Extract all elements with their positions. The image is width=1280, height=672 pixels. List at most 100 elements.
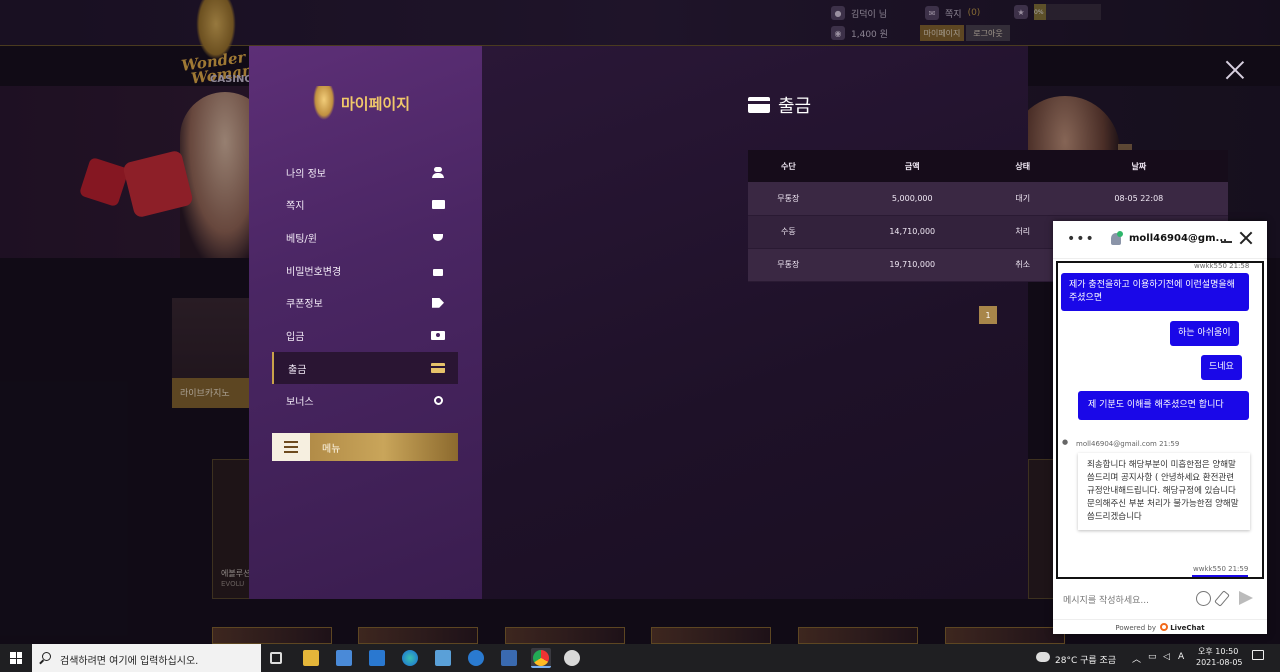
file-explorer-icon[interactable]: [303, 650, 319, 666]
sidebar-title: 마이페이지: [341, 94, 411, 113]
mypage-sidebar: 마이페이지 나의 정보쪽지베팅/윈비밀번호변경쿠폰정보입금출금보너스 메뉴: [249, 46, 482, 599]
visitor-message: [1192, 575, 1248, 577]
visitor-message: 제 기분도 이해를 해주셨으면 합니다: [1078, 391, 1249, 420]
mypage-content: 출금 수단 금액 상태 날짜 무통장 5,000,000 대기 08-05 22:08 수동 1…: [482, 46, 1228, 599]
table-header-cell: 수단: [748, 150, 829, 182]
visitor-message: 하는 아쉬움이: [1170, 321, 1239, 346]
sidebar-item[interactable]: 쪽지: [272, 189, 458, 221]
credit-card-icon: [748, 97, 770, 113]
weather-icon: [1036, 652, 1050, 662]
sidebar-item-label: 비밀번호변경: [286, 266, 342, 278]
visitor-message: 드네요: [1201, 355, 1242, 380]
message-time: moll46904@gmail.com 21:59: [1076, 440, 1180, 448]
table-cell: 대기: [995, 182, 1050, 216]
close-icon[interactable]: [1225, 60, 1245, 80]
chat-messages[interactable]: wwkk550 21:58 제가 충전을하고 이용하기전에 이런설명을해주셨으면…: [1056, 261, 1264, 579]
message-time: wwkk550 21:59: [1193, 565, 1249, 573]
mypage-modal: 마이페이지 나의 정보 쪽지 베팅/윈 비밀번호변경 쿠폰정보 입금 출금 보너스 메뉴 출금…: [249, 46, 1228, 599]
message-time: wwkk550 21:58: [1194, 262, 1250, 270]
page-title-text: 출금: [778, 96, 812, 117]
livechat-widget: ••• moll46904@gm... wwkk550 21:58 제가 충전을…: [1053, 221, 1267, 634]
table-header-cell: 상태: [995, 150, 1050, 182]
page-title: 출금: [748, 92, 811, 118]
chat-header-email: moll46904@gm...: [1129, 233, 1227, 244]
windows-start-icon[interactable]: [10, 652, 22, 664]
menu-button-label: 메뉴: [322, 443, 341, 455]
agent-message: 죄송합니다 해당부분이 미흡한점은 양해말씀드리며 공지사항 ( 안녕하세요 환…: [1078, 453, 1250, 530]
table-cell: 무통장: [748, 248, 829, 282]
livechat-logo-icon: [1160, 623, 1169, 631]
powered-by-text: Powered by: [1115, 624, 1156, 632]
app-icon[interactable]: [435, 650, 451, 666]
sidebar-item[interactable]: 비밀번호변경: [272, 254, 458, 286]
sidebar-item[interactable]: 나의 정보: [272, 156, 458, 188]
calculator-icon[interactable]: [501, 650, 517, 666]
table-header-cell: 날짜: [1049, 150, 1228, 182]
trophy-icon: [431, 231, 445, 243]
chrome-icon-active[interactable]: [531, 648, 551, 668]
sidebar-item-label: 출금: [288, 364, 307, 376]
edge-icon[interactable]: [402, 650, 418, 666]
table-cell: 취소: [995, 248, 1050, 282]
more-icon[interactable]: •••: [1067, 231, 1095, 247]
volume-icon[interactable]: ◁: [1163, 652, 1170, 662]
attach-icon[interactable]: [1214, 590, 1230, 607]
table-row: 무통장 5,000,000 대기 08-05 22:08: [748, 182, 1228, 216]
unlock-icon: [431, 264, 445, 276]
app-icon[interactable]: [468, 650, 484, 666]
hamburger-icon: [272, 433, 310, 461]
chat-input[interactable]: 메시지를 작성하세요...: [1053, 585, 1267, 615]
chat-header: ••• moll46904@gm...: [1053, 221, 1267, 259]
send-icon[interactable]: [1239, 591, 1253, 605]
table-cell: 08-05 22:08: [1049, 182, 1228, 216]
task-view-icon[interactable]: [270, 652, 282, 664]
sidebar-item-label: 쿠폰정보: [286, 299, 323, 311]
taskbar: 검색하려면 여기에 입력하십시오. 28°C 구름 조금 ︿ ▭ ◁ A 오후 …: [0, 644, 1280, 672]
table-cell: 14,710,000: [828, 215, 996, 249]
money-icon: [431, 330, 445, 342]
search-icon: [42, 652, 51, 661]
mail-icon[interactable]: [369, 650, 385, 666]
sidebar-item-label: 베팅/윈: [286, 233, 317, 245]
powered-by[interactable]: Powered by LiveChat: [1053, 619, 1267, 634]
livechat-brand: LiveChat: [1170, 624, 1205, 632]
emoji-icon[interactable]: [1196, 591, 1211, 606]
table-cell: 처리: [995, 215, 1050, 249]
table-cell: 무통장: [748, 182, 829, 216]
minimize-icon[interactable]: [1221, 241, 1232, 243]
table-cell: 수동: [748, 215, 829, 249]
pagination-page[interactable]: 1: [979, 306, 997, 324]
credit-card-icon: [431, 362, 445, 374]
agent-small-icon: ●: [1062, 438, 1069, 446]
table-header-cell: 금액: [828, 150, 996, 182]
tags-icon: [431, 297, 445, 309]
sidebar-item[interactable]: 베팅/윈: [272, 221, 458, 253]
sidebar-item[interactable]: 쿠폰정보: [272, 287, 458, 319]
menu-button[interactable]: 메뉴: [272, 433, 458, 461]
tray-chevron-icon[interactable]: ︿: [1132, 652, 1141, 665]
clock-time[interactable]: 오후 10:50: [1198, 646, 1238, 657]
table-header: 수단 금액 상태 날짜: [748, 150, 1228, 182]
table-cell: 5,000,000: [828, 182, 996, 216]
table-cell: 19,710,000: [828, 248, 996, 282]
sidebar-item-label: 보너스: [286, 397, 314, 409]
weather-text[interactable]: 28°C 구름 조금: [1055, 653, 1116, 666]
chat-input-placeholder: 메시지를 작성하세요...: [1063, 596, 1149, 606]
visitor-message: 제가 충전을하고 이용하기전에 이런설명을해주셨으면: [1061, 273, 1249, 311]
network-icon[interactable]: ▭: [1148, 652, 1157, 662]
sidebar-item[interactable]: 입금: [272, 320, 458, 352]
language-icon[interactable]: A: [1178, 652, 1184, 662]
sidebar-logo: 마이페이지: [313, 86, 410, 120]
sidebar-item[interactable]: 출금: [272, 352, 458, 385]
chat-close-icon[interactable]: [1239, 231, 1253, 245]
store-icon[interactable]: [336, 650, 352, 666]
sidebar-item-label: 나의 정보: [286, 168, 326, 180]
search-placeholder: 검색하려면 여기에 입력하십시오.: [60, 656, 199, 667]
paint-icon[interactable]: [564, 650, 580, 666]
notification-icon[interactable]: [1252, 650, 1264, 660]
sidebar-item[interactable]: 보너스: [272, 385, 458, 417]
taskbar-search[interactable]: 검색하려면 여기에 입력하십시오.: [32, 644, 261, 672]
clock-date[interactable]: 2021-08-05: [1196, 658, 1243, 667]
agent-avatar-icon: [1111, 231, 1123, 245]
sidebar-item-label: 입금: [286, 332, 305, 343]
